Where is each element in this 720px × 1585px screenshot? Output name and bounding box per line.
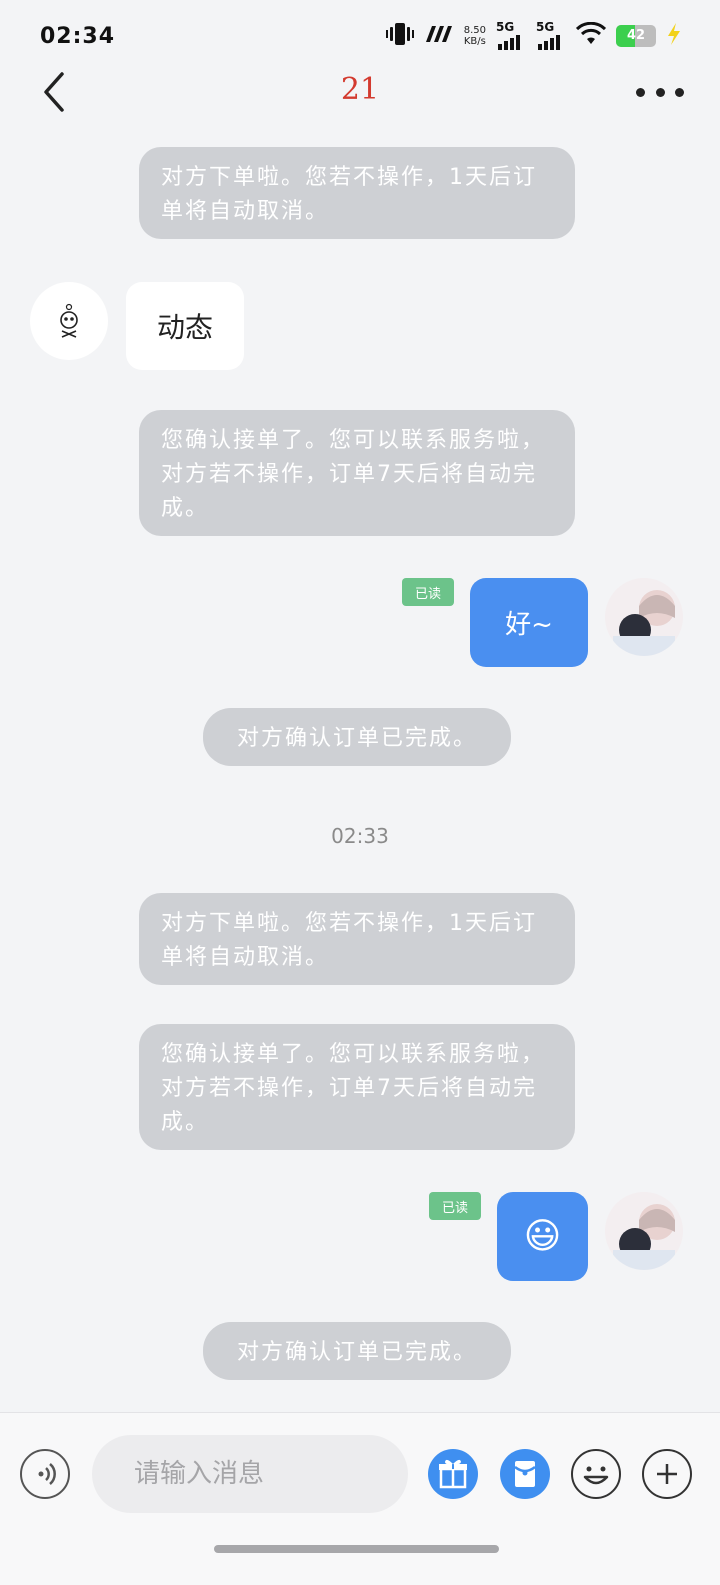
input-bar bbox=[0, 1412, 720, 1585]
red-packet-button[interactable] bbox=[500, 1449, 550, 1499]
network-speed-value: 8.50 bbox=[463, 25, 486, 36]
more-dot-icon bbox=[675, 87, 684, 97]
system-message: 对方确认订单已完成。 bbox=[203, 1322, 511, 1380]
smiley-icon bbox=[583, 1466, 609, 1485]
voice-input-button[interactable] bbox=[20, 1449, 70, 1499]
read-status-badge: 已读 bbox=[429, 1192, 481, 1220]
signal-1-icon: 5G bbox=[496, 20, 526, 50]
chat-title: 21 bbox=[340, 72, 380, 107]
red-packet-icon bbox=[514, 1461, 536, 1487]
home-indicator[interactable] bbox=[214, 1545, 499, 1553]
sent-emoji-message[interactable]: 😃 bbox=[497, 1192, 588, 1281]
clock: 02:34 bbox=[40, 24, 116, 49]
system-message: 您确认接单了。您可以联系服务啦，对方若不操作，订单7天后将自动完成。 bbox=[139, 410, 575, 536]
wifi-icon bbox=[575, 21, 607, 50]
sent-message[interactable]: 好~ bbox=[470, 578, 588, 667]
voice-icon bbox=[38, 1463, 56, 1485]
battery-level: 42 bbox=[626, 28, 646, 43]
system-message: 对方下单啦。您若不操作，1天后订单将自动取消。 bbox=[139, 147, 575, 239]
anime-avatar-icon bbox=[605, 1192, 683, 1270]
plus-icon bbox=[657, 1464, 677, 1484]
network-speed-unit: KB/s bbox=[463, 36, 486, 47]
skull-icon bbox=[60, 303, 78, 338]
more-dot-icon bbox=[655, 87, 665, 97]
more-dot-icon bbox=[636, 87, 645, 97]
my-avatar[interactable] bbox=[605, 1192, 683, 1270]
anime-avatar-icon bbox=[605, 578, 683, 656]
signal-2-label: 5G bbox=[536, 20, 555, 34]
signal-2-icon: 5G bbox=[536, 20, 566, 50]
more-options-button[interactable] bbox=[636, 80, 684, 104]
network-speed: 8.50 KB/s bbox=[464, 25, 486, 47]
message-input[interactable] bbox=[92, 1435, 408, 1513]
status-icons: 8.50 KB/s 5G 5G 42 bbox=[385, 20, 682, 50]
my-avatar[interactable] bbox=[605, 578, 683, 656]
timestamp: 02:33 bbox=[331, 824, 389, 848]
battery-icon: 42 bbox=[616, 25, 656, 47]
system-message: 对方确认订单已完成。 bbox=[203, 708, 511, 766]
system-message: 您确认接单了。您可以联系服务啦，对方若不操作，订单7天后将自动完成。 bbox=[139, 1024, 575, 1150]
signal-1-label: 5G bbox=[496, 20, 515, 34]
system-message: 对方下单啦。您若不操作，1天后订单将自动取消。 bbox=[139, 893, 575, 985]
charging-icon bbox=[666, 22, 682, 50]
carrier-logo-icon bbox=[424, 24, 454, 48]
gift-button[interactable] bbox=[428, 1449, 478, 1499]
read-status-badge: 已读 bbox=[402, 578, 454, 606]
chat-header: 21 bbox=[0, 60, 720, 124]
received-message[interactable]: 动态 bbox=[126, 282, 244, 370]
emoji-button[interactable] bbox=[571, 1449, 621, 1499]
contact-avatar[interactable] bbox=[30, 282, 108, 360]
gift-icon bbox=[439, 1459, 467, 1489]
vibrate-icon bbox=[385, 22, 414, 50]
more-actions-button[interactable] bbox=[642, 1449, 692, 1499]
